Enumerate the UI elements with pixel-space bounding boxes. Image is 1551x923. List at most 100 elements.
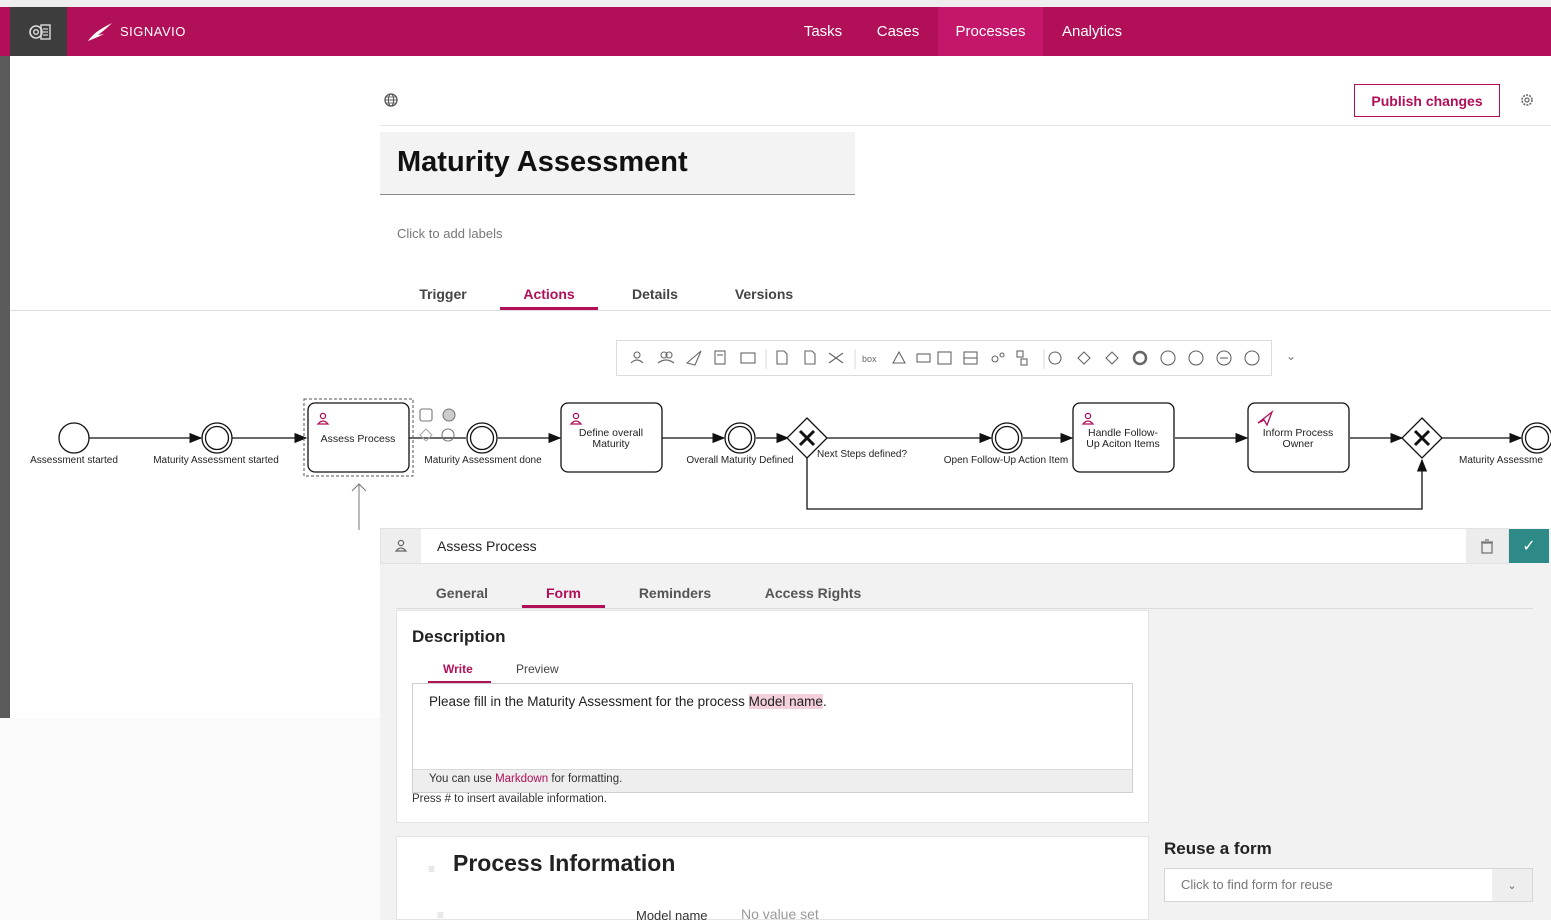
gear-icon[interactable] bbox=[1519, 92, 1535, 108]
chevron-down-icon[interactable]: ⌄ bbox=[1492, 869, 1532, 901]
intermediate-event[interactable] bbox=[724, 422, 756, 454]
shape-palette: box bbox=[616, 340, 1272, 376]
connector-palette-icon[interactable] bbox=[991, 352, 1005, 363]
task-label: Maturity bbox=[592, 438, 630, 450]
task-label: Up Aciton Items bbox=[1086, 438, 1160, 450]
start-event-palette-icon[interactable] bbox=[1048, 351, 1062, 365]
divider bbox=[10, 310, 1551, 311]
gateway-palette-icon[interactable] bbox=[1077, 351, 1091, 365]
top-navigation-bar bbox=[0, 0, 1551, 56]
event-label: Open Follow-Up Action Item bbox=[944, 455, 1069, 466]
markdown-link[interactable]: Markdown bbox=[495, 773, 548, 785]
gateway-label: Next Steps defined? bbox=[817, 449, 907, 460]
sheet-palette-icon[interactable] bbox=[937, 351, 952, 365]
intermediate-event[interactable] bbox=[991, 422, 1023, 454]
text-segment: for formatting. bbox=[548, 773, 623, 785]
event-label: Assessment started bbox=[30, 455, 118, 466]
event-label: Maturity Assessment done bbox=[424, 455, 542, 466]
empty-area bbox=[0, 718, 380, 920]
subprocess-palette-icon[interactable] bbox=[1016, 350, 1028, 366]
model-name-placeholder[interactable]: Model name bbox=[748, 694, 823, 709]
app-switcher-button[interactable] bbox=[10, 7, 67, 56]
page-title[interactable]: Maturity Assessment bbox=[397, 146, 688, 179]
document-palette-icon[interactable] bbox=[776, 350, 788, 365]
intermediate-event[interactable] bbox=[466, 422, 498, 454]
print-palette-icon[interactable] bbox=[916, 353, 931, 363]
delete-button[interactable] bbox=[1466, 529, 1508, 563]
task-label: Assess Process bbox=[321, 433, 396, 445]
panel-header bbox=[380, 528, 1509, 564]
divider bbox=[396, 608, 1533, 609]
signavio-logo-icon bbox=[88, 23, 112, 41]
table-palette-icon[interactable] bbox=[963, 351, 978, 365]
event-palette-icon[interactable] bbox=[1160, 350, 1176, 366]
brand-name: SIGNAVIO bbox=[120, 23, 186, 39]
divider bbox=[380, 125, 1551, 126]
tab-write[interactable]: Write bbox=[443, 662, 473, 676]
user-task-palette-icon[interactable] bbox=[630, 351, 644, 364]
append-end-event-icon[interactable] bbox=[441, 428, 455, 442]
window-top-strip bbox=[0, 0, 1551, 7]
gear-grid-icon bbox=[28, 23, 51, 40]
insert-info-hint: Press # to insert available information. bbox=[412, 793, 607, 805]
text-segment: . bbox=[822, 694, 827, 709]
brand-logo[interactable]: SIGNAVIO bbox=[86, 18, 186, 44]
chevron-down-icon[interactable]: ⌄ bbox=[1286, 349, 1296, 363]
process-diagram: Assessment started Maturity Assessment s… bbox=[30, 398, 1551, 530]
send-task-palette-icon[interactable] bbox=[685, 350, 702, 366]
publish-changes-button[interactable]: Publish changes bbox=[1354, 84, 1500, 117]
description-title: Description bbox=[412, 627, 506, 646]
event-label: Maturity Assessme bbox=[1459, 455, 1543, 466]
task-label: Owner bbox=[1283, 438, 1314, 450]
start-event[interactable] bbox=[58, 422, 90, 454]
document2-palette-icon[interactable] bbox=[804, 350, 816, 365]
end-event-palette-icon[interactable] bbox=[1132, 350, 1148, 366]
gateway2-palette-icon[interactable] bbox=[1105, 351, 1119, 365]
tab-preview[interactable]: Preview bbox=[516, 662, 559, 676]
reuse-form-placeholder: Click to find form for reuse bbox=[1181, 877, 1333, 892]
markdown-hint: You can use Markdown for formatting. bbox=[429, 773, 622, 785]
shuffle-palette-icon[interactable] bbox=[828, 352, 844, 364]
manual-task-palette-icon[interactable] bbox=[657, 351, 675, 364]
tab-access-rights[interactable]: Access Rights bbox=[752, 585, 874, 601]
text-segment: You can use bbox=[429, 773, 496, 785]
event2-palette-icon[interactable] bbox=[1188, 350, 1204, 366]
drive-palette-icon[interactable] bbox=[892, 350, 906, 364]
task-name-field[interactable]: Assess Process bbox=[437, 538, 537, 554]
reuse-form-title: Reuse a form bbox=[1164, 839, 1272, 858]
globe-icon[interactable] bbox=[384, 93, 398, 107]
timer-event-palette-icon[interactable] bbox=[1216, 350, 1232, 366]
palette-icons: box bbox=[630, 349, 1260, 369]
event-label: Overall Maturity Defined bbox=[686, 455, 793, 466]
check-icon: ✓ bbox=[1522, 538, 1536, 555]
tab-form[interactable]: Form bbox=[522, 585, 605, 601]
append-event-icon[interactable] bbox=[442, 408, 456, 422]
nav-analytics[interactable]: Analytics bbox=[1048, 7, 1136, 56]
text-segment: Please fill in the Maturity Assessment f… bbox=[429, 694, 749, 709]
add-labels-link[interactable]: Click to add labels bbox=[397, 226, 503, 241]
form-task-palette-icon[interactable] bbox=[740, 352, 756, 364]
process-information-title: Process Information bbox=[453, 850, 676, 876]
confirm-button[interactable]: ✓ bbox=[1509, 529, 1549, 563]
trash-icon bbox=[1481, 538, 1493, 554]
tab-trigger[interactable]: Trigger bbox=[410, 286, 476, 310]
intermediate-event[interactable] bbox=[1521, 422, 1551, 454]
event-label: Maturity Assessment started bbox=[153, 455, 279, 466]
intermediate-event[interactable] bbox=[201, 422, 233, 454]
tab-details[interactable]: Details bbox=[620, 286, 690, 310]
tab-versions[interactable]: Versions bbox=[723, 286, 805, 310]
event3-palette-icon[interactable] bbox=[1244, 350, 1260, 366]
field-label: Model name bbox=[636, 908, 708, 923]
svg-text:box: box bbox=[862, 354, 877, 364]
script-task-palette-icon[interactable] bbox=[714, 350, 726, 365]
user-task-icon bbox=[381, 529, 421, 563]
tab-reminders[interactable]: Reminders bbox=[627, 585, 723, 601]
nav-cases[interactable]: Cases bbox=[866, 7, 930, 56]
append-gateway-icon[interactable] bbox=[419, 428, 433, 442]
exclusive-gateway[interactable] bbox=[1401, 417, 1443, 459]
drag-handle-icon[interactable]: ≡ bbox=[428, 862, 435, 876]
tab-general[interactable]: General bbox=[424, 585, 500, 601]
nav-processes[interactable]: Processes bbox=[938, 7, 1043, 56]
append-task-icon[interactable] bbox=[419, 408, 433, 422]
nav-tasks[interactable]: Tasks bbox=[790, 7, 856, 56]
